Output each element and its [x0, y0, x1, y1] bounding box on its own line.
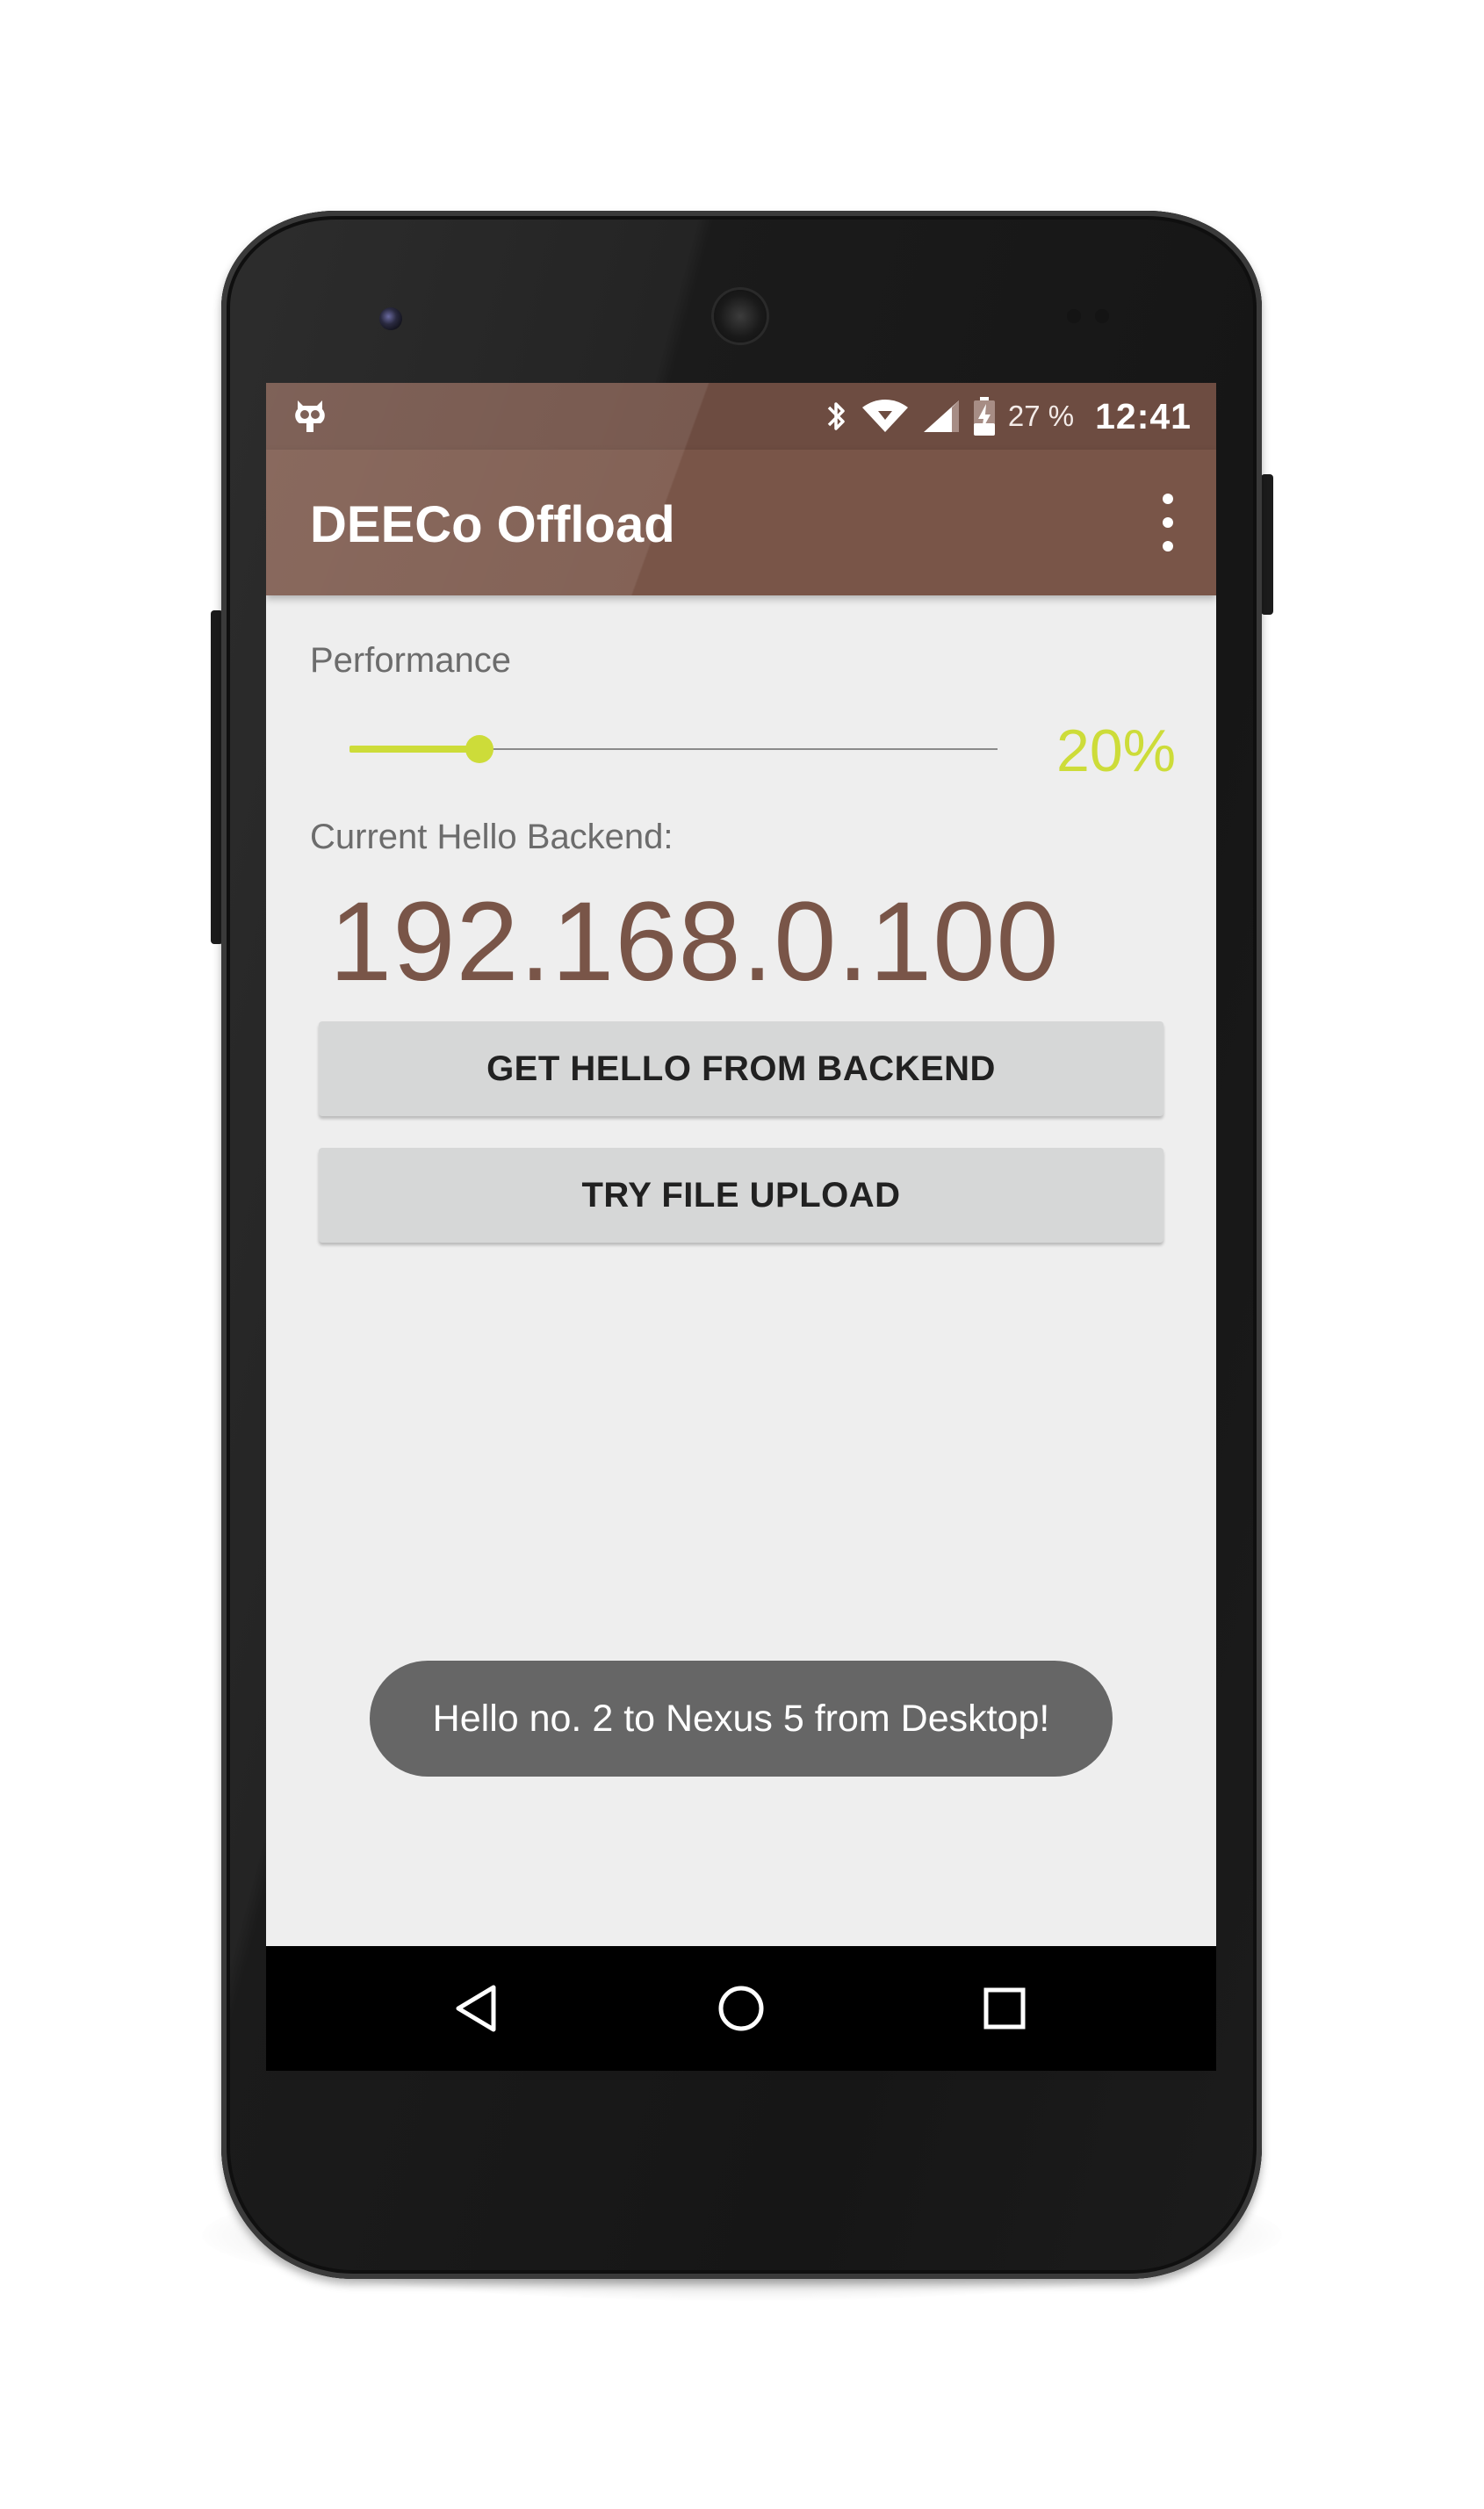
proximity-sensor: [1067, 309, 1081, 323]
bluetooth-icon: [825, 399, 848, 434]
signal-icon: [922, 399, 961, 434]
performance-label: Performance: [310, 641, 511, 680]
toast-message: Hello no. 2 to Nexus 5 from Desktop!: [370, 1661, 1113, 1777]
get-hello-button[interactable]: GET HELLO FROM BACKEND: [319, 1021, 1163, 1116]
performance-slider[interactable]: [349, 727, 998, 771]
light-sensor: [1095, 309, 1109, 323]
home-icon[interactable]: [710, 1978, 772, 2039]
app-title: DEECo Offload: [310, 496, 675, 553]
wifi-icon: [861, 399, 910, 434]
battery-charging-icon: [973, 397, 996, 436]
more-vert-icon[interactable]: [1155, 494, 1181, 552]
status-icons: 27 % 12:41: [825, 383, 1192, 450]
recents-icon[interactable]: [974, 1978, 1035, 2039]
backend-ip: 192.168.0.100: [329, 879, 1060, 1005]
back-icon[interactable]: [446, 1978, 508, 2039]
navigation-bar: [266, 1946, 1216, 2071]
menu-dot: [1163, 541, 1173, 552]
app-bar: DEECo Offload: [266, 450, 1216, 595]
device-screen: 27 % 12:41 DEECo Offload Performance 20%…: [266, 383, 1216, 2071]
status-bar: 27 % 12:41: [266, 383, 1216, 450]
front-camera: [379, 307, 402, 330]
power-button: [1261, 474, 1273, 615]
status-clock: 12:41: [1095, 395, 1192, 436]
cyanogenmod-icon: [292, 397, 328, 436]
slider-fill: [349, 746, 479, 753]
slider-thumb[interactable]: [465, 735, 493, 763]
file-upload-button[interactable]: TRY FILE UPLOAD: [319, 1148, 1163, 1243]
backend-label: Current Hello Backend:: [310, 818, 674, 856]
performance-value: 20%: [1056, 717, 1177, 784]
menu-dot: [1163, 494, 1173, 504]
earpiece-speaker: [714, 290, 767, 342]
menu-dot: [1163, 517, 1173, 528]
battery-percent: 27 %: [1007, 400, 1075, 432]
